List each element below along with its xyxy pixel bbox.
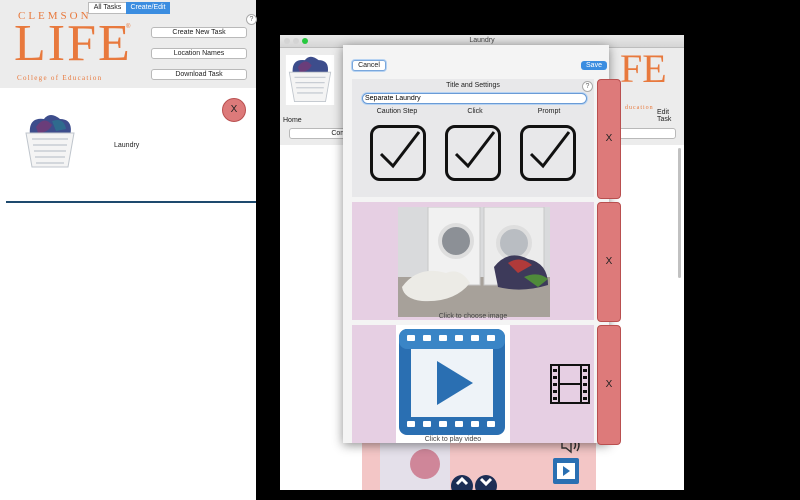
prompt-checkbox[interactable] — [520, 125, 576, 181]
checkmark-icon — [454, 131, 496, 169]
laundry-basket-icon — [25, 115, 75, 168]
cancel-button[interactable]: Cancel — [352, 60, 386, 71]
save-button[interactable]: Save — [581, 61, 607, 70]
scrollbar-thumb[interactable] — [677, 148, 681, 278]
step-image-partial — [380, 443, 450, 490]
help-button[interactable]: ? — [246, 14, 257, 25]
location-names-button[interactable]: Location Names — [151, 48, 247, 59]
caution-step-checkbox[interactable] — [370, 125, 426, 181]
video-area[interactable] — [396, 325, 510, 443]
caution-step-label: Caution Step — [376, 108, 418, 115]
click-checkbox[interactable] — [445, 125, 501, 181]
checkmark-icon — [379, 131, 421, 169]
close-window-icon[interactable] — [284, 38, 290, 44]
logo-subtitle-partial: ducation — [625, 105, 654, 111]
image-caption: Click to choose image — [438, 313, 508, 320]
delete-settings-button[interactable]: X — [597, 79, 621, 199]
navigation-arrows-icon[interactable] — [450, 472, 498, 490]
task-name: Laundry — [114, 142, 140, 149]
window-title: Laundry — [469, 37, 495, 44]
left-app-window: All Tasks Create/Edit ? CLEMSON LIFE ® C… — [0, 0, 257, 500]
film-strip-icon[interactable] — [549, 363, 591, 405]
video-thumbnail-icon[interactable] — [552, 457, 580, 485]
laundry-photo[interactable] — [398, 207, 550, 317]
minimize-window-icon[interactable] — [293, 38, 299, 44]
edit-step-dialog: Cancel Save Title and Settings ? Caution… — [343, 45, 609, 443]
edit-task-label[interactable]: Edit Task — [657, 109, 684, 123]
download-task-button[interactable]: Download Task — [151, 69, 247, 80]
scrollbar[interactable] — [676, 145, 682, 295]
video-caption: Click to play video — [424, 436, 482, 443]
delete-image-button[interactable]: X — [597, 202, 621, 322]
task-divider — [6, 201, 256, 203]
section-title: Title and Settings — [446, 82, 500, 89]
task-list-item[interactable]: Laundry X — [0, 88, 256, 202]
settings-help-button[interactable]: ? — [582, 81, 593, 92]
prompt-label: Prompt — [537, 108, 561, 115]
zoom-window-icon[interactable] — [302, 38, 308, 44]
laundry-basket-thumbnail-icon — [285, 55, 335, 105]
logo-subtitle: College of Education — [17, 74, 103, 82]
click-label: Click — [467, 108, 483, 115]
checkmark-icon — [529, 131, 571, 169]
step-title-input[interactable] — [362, 93, 587, 104]
logo-partial: FE — [620, 46, 667, 91]
delete-task-button[interactable]: X — [222, 98, 246, 122]
clemson-life-logo: CLEMSON LIFE ® College of Education — [14, 10, 134, 84]
play-video-icon[interactable] — [397, 327, 507, 437]
logo-registered-mark: ® — [126, 24, 131, 30]
create-new-task-button[interactable]: Create New Task — [151, 27, 247, 38]
home-label[interactable]: Home — [283, 117, 302, 124]
logo-life-text: LIFE — [14, 15, 132, 72]
delete-video-button[interactable]: X — [597, 325, 621, 445]
